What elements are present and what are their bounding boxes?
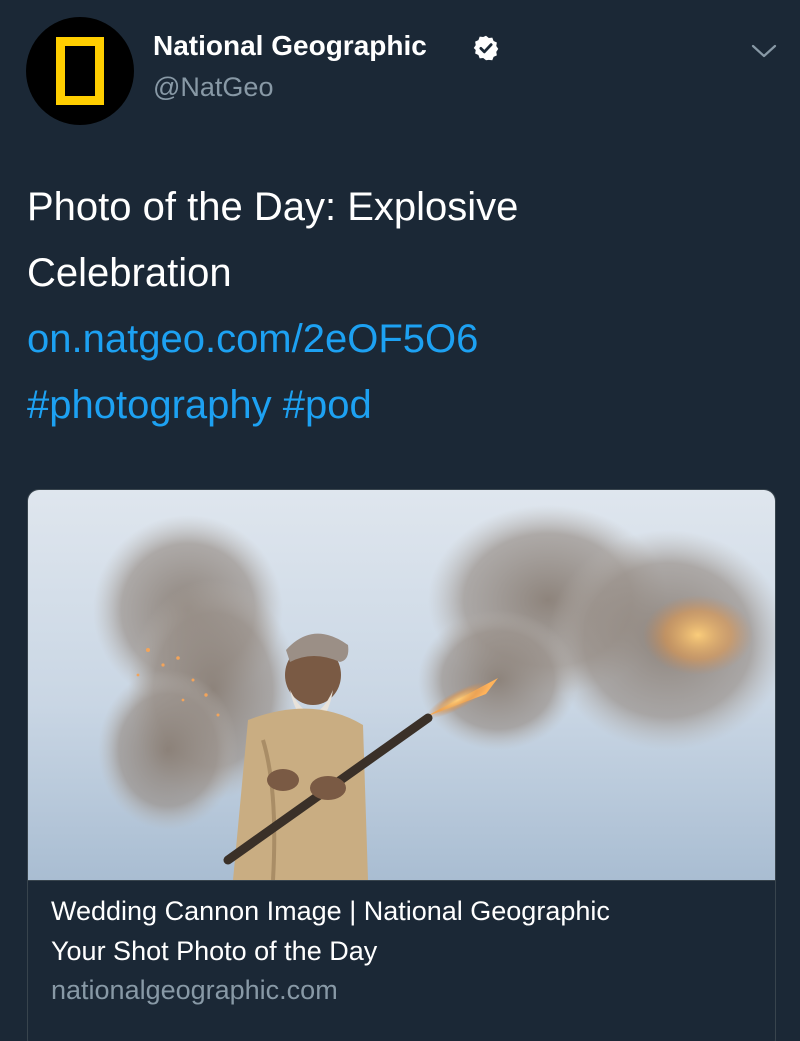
tweet-text-line: Celebration [27,251,232,295]
card-domain: nationalgeographic.com [51,975,338,1005]
hashtag-photography[interactable]: #photography [27,383,272,427]
author-display-name[interactable]: National Geographic [153,30,427,62]
avatar[interactable] [26,17,134,125]
national-geographic-logo-icon [56,37,104,105]
author-handle[interactable]: @NatGeo [153,72,273,103]
link-preview-card[interactable]: Wedding Cannon Image | National Geograph… [27,489,776,1041]
tweet-text-line: Photo of the Day: Explosive [27,185,519,229]
card-details: Wedding Cannon Image | National Geograph… [28,880,775,1005]
card-title-line: Your Shot Photo of the Day [51,936,378,966]
verified-badge-icon [473,35,499,61]
chevron-down-icon[interactable] [750,40,778,62]
tweet-text: Photo of the Day: Explosive Celebration … [27,174,767,438]
tweet: National Geographic @NatGeo Photo of the… [0,0,800,1041]
card-title: Wedding Cannon Image | National Geograph… [51,891,751,971]
hashtag-pod[interactable]: #pod [283,383,372,427]
tweet-link[interactable]: on.natgeo.com/2eOF5O6 [27,317,478,361]
card-title-line: Wedding Cannon Image | National Geograph… [51,896,610,926]
card-image [28,490,775,880]
